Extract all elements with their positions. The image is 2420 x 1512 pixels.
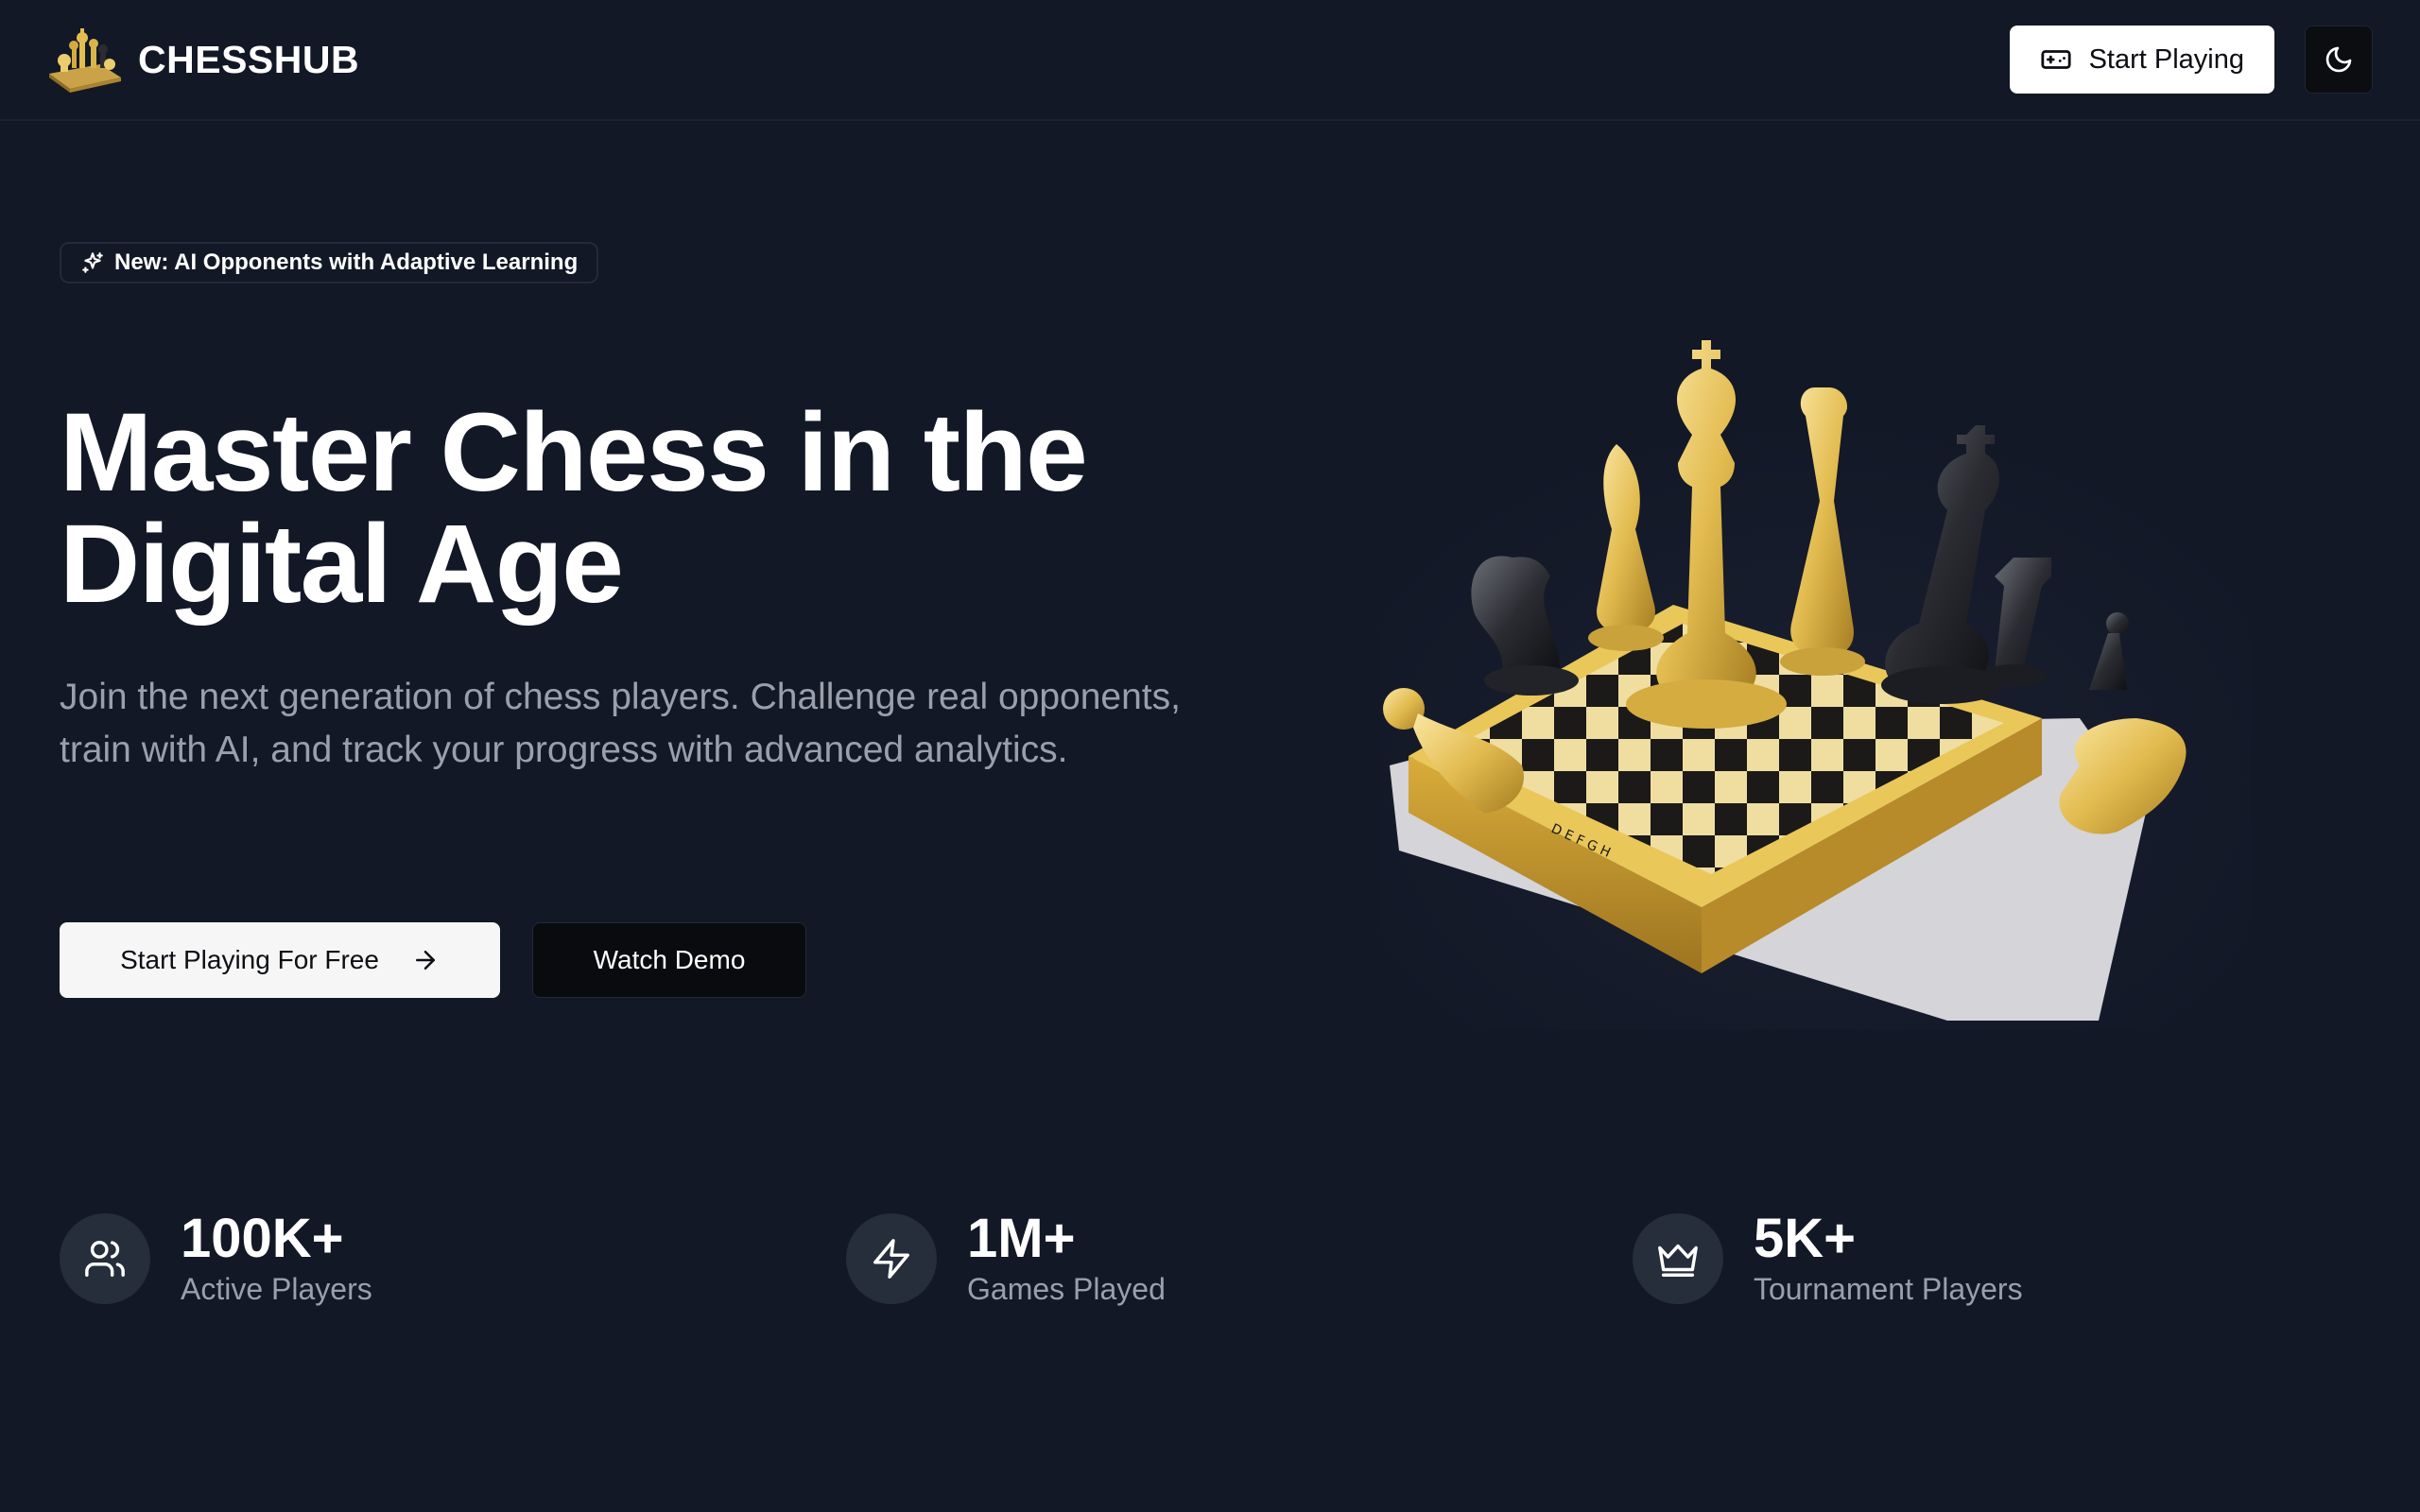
crown-icon — [1658, 1244, 1698, 1277]
brand[interactable]: CHESSHUB — [45, 26, 359, 93]
stat-active-players: 100K+ Active Players — [60, 1210, 372, 1308]
brand-name: CHESSHUB — [138, 37, 360, 81]
hero-title-line-1: Master Chess in the — [60, 390, 1088, 515]
stats-section: 100K+ Active Players 1M+ Games Played 5K… — [60, 1210, 2328, 1314]
users-icon — [85, 1241, 125, 1277]
landing-page: CHESSHUB Start Playing New: AI Opponents… — [0, 0, 2420, 1512]
stat-text: 1M+ Games Played — [967, 1210, 1166, 1308]
stat-value: 100K+ — [181, 1208, 344, 1269]
chess-board-illustration: D E F G H — [1380, 340, 2250, 1030]
badge-text: New: AI Opponents with Adaptive Learning — [114, 249, 579, 275]
stat-label: Tournament Players — [1754, 1272, 2023, 1306]
hero-title: Master Chess in the Digital Age — [60, 397, 1232, 620]
moon-icon — [2325, 46, 2352, 73]
start-playing-label: Start Playing — [2088, 43, 2244, 75]
sparkles-icon — [82, 252, 103, 273]
cta-row: Start Playing For Free Watch Demo — [60, 922, 806, 998]
hero-subtitle: Join the next generation of chess player… — [60, 677, 1181, 770]
stat-text: 100K+ Active Players — [181, 1210, 372, 1308]
watch-demo-button[interactable]: Watch Demo — [532, 922, 806, 998]
start-playing-free-button[interactable]: Start Playing For Free — [60, 922, 500, 998]
watch-demo-label: Watch Demo — [593, 945, 746, 974]
stat-label: Active Players — [181, 1272, 372, 1306]
lightning-icon — [873, 1239, 909, 1279]
chess-logo-icon — [49, 28, 121, 93]
hero-title-line-2: Digital Age — [60, 502, 624, 627]
stat-tournament-players: 5K+ Tournament Players — [1633, 1210, 2023, 1308]
arrow-right-icon — [415, 951, 435, 970]
stat-games-played: 1M+ Games Played — [846, 1210, 1166, 1308]
stat-value: 1M+ — [967, 1208, 1076, 1269]
theme-toggle-button[interactable] — [2305, 26, 2373, 94]
header-actions: Start Playing — [2009, 26, 2373, 94]
stat-label: Games Played — [967, 1272, 1166, 1306]
stat-icon-container — [1633, 1213, 1723, 1304]
stat-value: 5K+ — [1754, 1208, 1857, 1269]
stat-icon-container — [846, 1213, 937, 1304]
start-playing-free-label: Start Playing For Free — [120, 945, 379, 974]
announcement-badge: New: AI Opponents with Adaptive Learning — [60, 242, 599, 284]
stat-text: 5K+ Tournament Players — [1754, 1210, 2023, 1308]
start-playing-button[interactable]: Start Playing — [2009, 26, 2274, 94]
site-header: CHESSHUB Start Playing — [0, 0, 2420, 121]
gamepad-icon — [2040, 50, 2071, 69]
stat-icon-container — [60, 1213, 150, 1304]
